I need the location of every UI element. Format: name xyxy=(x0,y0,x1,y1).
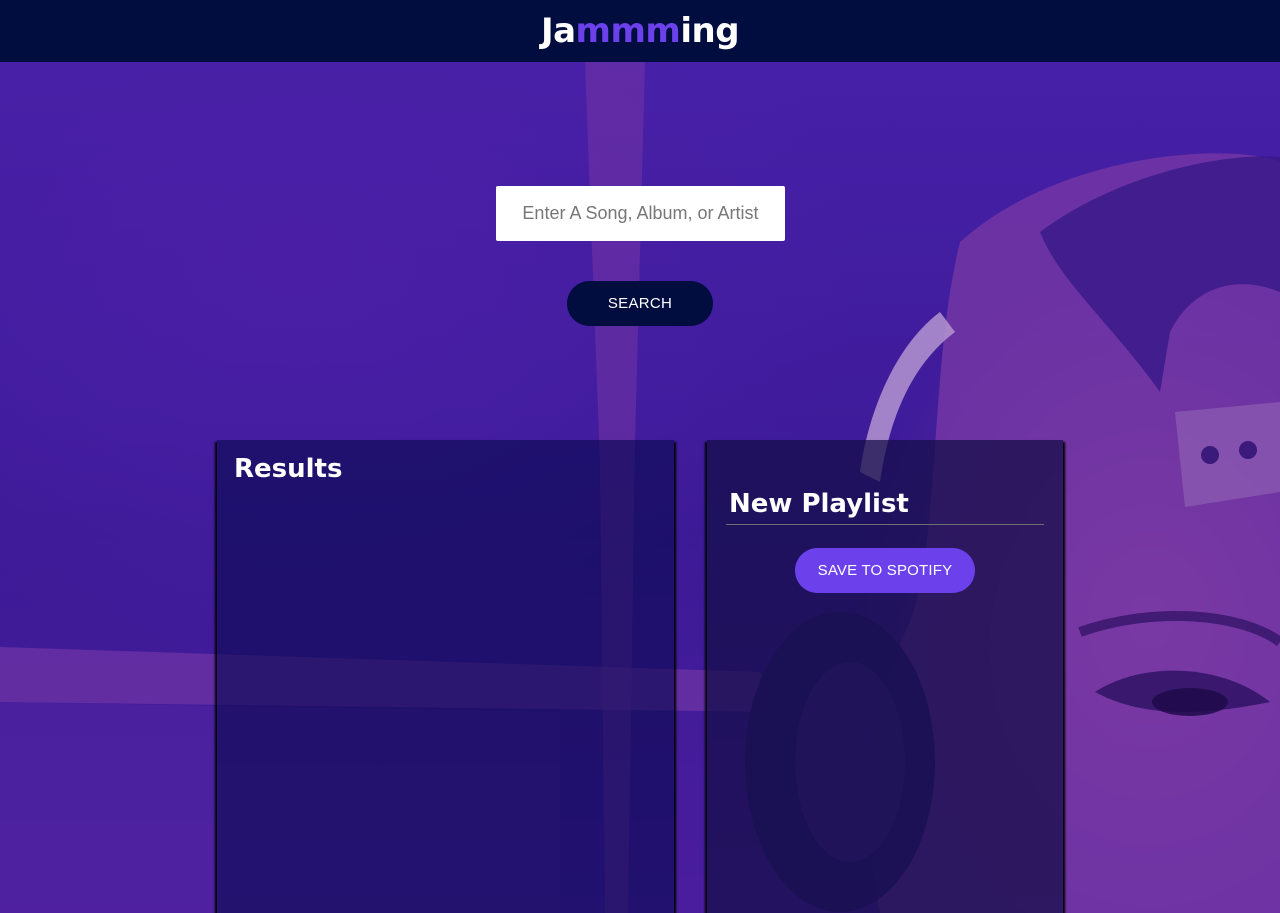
logo-prefix: Ja xyxy=(540,11,576,51)
app-logo: Jammming xyxy=(540,11,740,51)
playlist-name-input[interactable] xyxy=(726,484,1044,525)
app-header: Jammming xyxy=(0,0,1280,62)
save-to-spotify-button[interactable]: SAVE TO SPOTIFY xyxy=(795,548,975,593)
search-input[interactable] xyxy=(496,186,785,241)
search-button[interactable]: SEARCH xyxy=(567,281,713,326)
logo-suffix: ing xyxy=(680,11,740,51)
results-title: Results xyxy=(234,454,343,484)
results-panel: Results xyxy=(217,440,674,913)
logo-accent: mmm xyxy=(575,11,681,51)
playlist-panel: SAVE TO SPOTIFY xyxy=(707,440,1063,913)
